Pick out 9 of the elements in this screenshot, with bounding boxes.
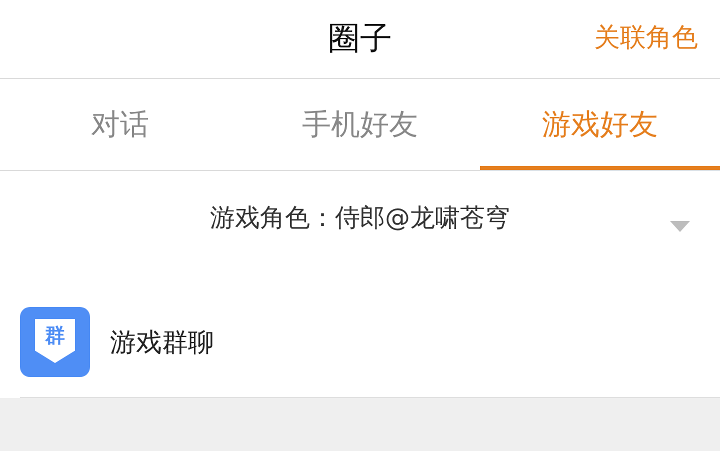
caret-icon xyxy=(670,221,690,232)
tab[interactable]: 对话 xyxy=(0,79,240,170)
link-role-button[interactable]: 关联角色 xyxy=(594,20,698,55)
role-dropdown[interactable]: 游戏角色：侍郎@龙啸苍穹 xyxy=(0,171,720,287)
role-label: 游戏角色：侍郎@龙啸苍穹 xyxy=(210,202,510,234)
group-icon: 群 xyxy=(20,307,90,377)
page-title: 圈子 xyxy=(328,18,392,59)
tab[interactable]: 游戏好友 xyxy=(480,79,720,170)
tab[interactable]: 手机好友 xyxy=(240,79,480,170)
